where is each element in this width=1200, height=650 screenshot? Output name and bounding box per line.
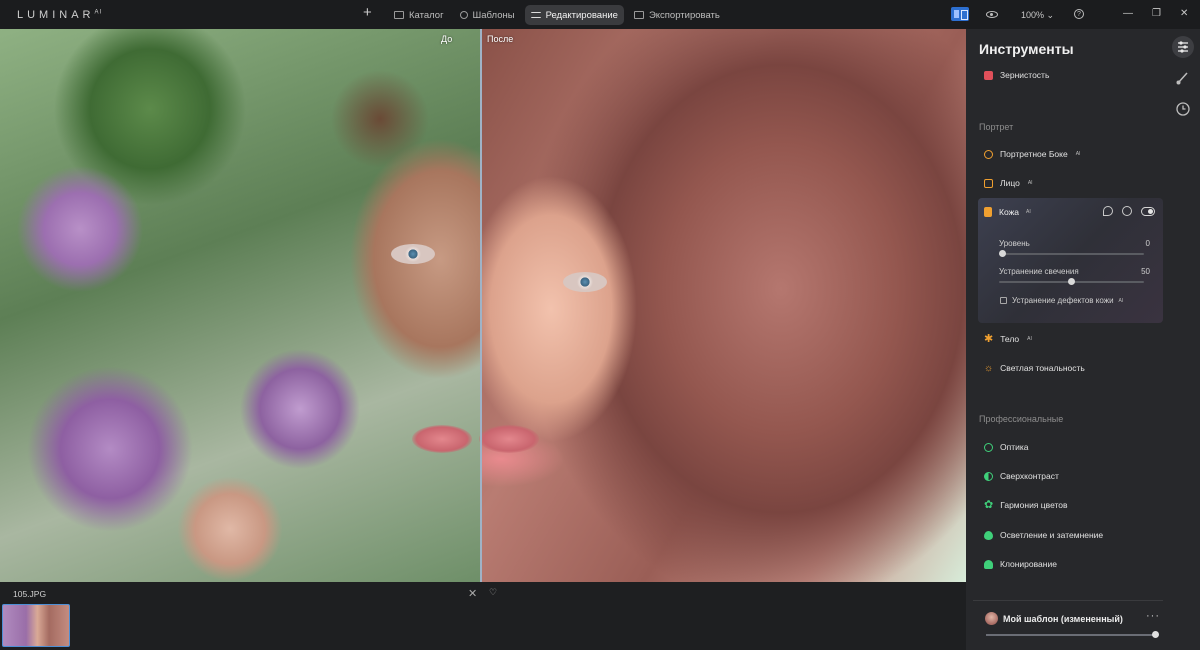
mask-icon[interactable] bbox=[1122, 206, 1132, 216]
main-tabs: Каталог Шаблоны Редактирование Экспортир… bbox=[388, 5, 726, 25]
tool-body[interactable]: ✱ Тело AI bbox=[984, 332, 1032, 345]
before-lips bbox=[412, 425, 472, 453]
before-image bbox=[0, 29, 481, 582]
visibility-toggle[interactable] bbox=[1141, 206, 1155, 216]
skin-defects-option[interactable]: Устранение дефектов кожи AI bbox=[1000, 296, 1123, 305]
slider-level-label: Уровень bbox=[999, 239, 1030, 248]
tool-face[interactable]: Лицо AI bbox=[984, 178, 1033, 188]
slider-level[interactable] bbox=[999, 250, 1144, 257]
after-lips bbox=[479, 425, 539, 453]
compare-divider-handle[interactable] bbox=[480, 29, 482, 582]
edit-icon bbox=[530, 12, 541, 18]
optics-icon bbox=[984, 442, 993, 452]
after-image bbox=[479, 29, 966, 582]
section-professional: Профессиональные bbox=[979, 414, 1064, 424]
close-button[interactable]: ✕ bbox=[1180, 8, 1188, 19]
reset-icon[interactable] bbox=[1103, 206, 1113, 216]
slider-level-value: 0 bbox=[1145, 239, 1150, 248]
tool-high-key[interactable]: ☼ Светлая тональность bbox=[984, 363, 1085, 373]
brush-icon[interactable] bbox=[1172, 67, 1194, 89]
clone-stamp-icon bbox=[984, 559, 993, 569]
tool-portrait-bokeh[interactable]: Портретное Боке AI bbox=[984, 149, 1080, 159]
tool-supercontrast[interactable]: Сверхконтраст bbox=[984, 471, 1059, 481]
tool-dodge-burn[interactable]: Осветление и затемнение bbox=[984, 530, 1103, 540]
tool-clone[interactable]: Клонирование bbox=[984, 559, 1057, 569]
photo-canvas[interactable]: До После bbox=[0, 29, 966, 582]
tool-grain[interactable]: Зернистость bbox=[984, 70, 1049, 80]
sliders-icon[interactable] bbox=[1172, 36, 1194, 58]
minimize-button[interactable]: — bbox=[1123, 8, 1133, 19]
more-options-icon[interactable]: ··· bbox=[1146, 610, 1160, 622]
heart-icon[interactable]: ♡ bbox=[489, 587, 497, 598]
tool-color-harmony[interactable]: ✿ Гармония цветов bbox=[984, 498, 1068, 511]
help-icon[interactable]: ? bbox=[1074, 9, 1084, 19]
panel-side-icons bbox=[1172, 36, 1196, 129]
skin-actions bbox=[1103, 206, 1155, 216]
slider-shine-value: 50 bbox=[1141, 267, 1150, 276]
preset-amount-knob[interactable] bbox=[1152, 631, 1159, 638]
contrast-icon bbox=[984, 471, 993, 481]
compare-toggle-button[interactable] bbox=[951, 7, 969, 21]
tools-panel: Инструменты Зернистость Портрет Портретн… bbox=[966, 29, 1200, 650]
preset-avatar bbox=[985, 612, 998, 625]
slider-level-knob[interactable] bbox=[999, 250, 1006, 257]
preset-name[interactable]: Мой шаблон (измененный) bbox=[1003, 614, 1123, 624]
app-logo: LUMINARAI bbox=[17, 9, 103, 21]
drop-icon bbox=[984, 530, 993, 540]
eye-icon[interactable] bbox=[986, 11, 998, 18]
skin-defects-checkbox[interactable] bbox=[1000, 297, 1007, 304]
before-label: До bbox=[441, 34, 453, 44]
skin-tool-panel: Кожа AI Уровень 0 Устранение свечения 50 … bbox=[978, 198, 1163, 323]
grain-icon bbox=[984, 70, 993, 80]
folder-icon bbox=[394, 11, 404, 19]
panel-title: Инструменты bbox=[979, 41, 1074, 57]
export-icon bbox=[633, 11, 644, 19]
tab-export[interactable]: Экспортировать bbox=[628, 5, 726, 25]
tab-catalog[interactable]: Каталог bbox=[388, 5, 450, 25]
before-eye bbox=[391, 244, 435, 264]
preset-bar: Мой шаблон (измененный) ··· bbox=[973, 600, 1163, 644]
close-icon[interactable]: ✕ bbox=[468, 587, 477, 600]
after-eye bbox=[563, 272, 607, 292]
file-name: 105.JPG bbox=[13, 589, 47, 599]
tab-edit[interactable]: Редактирование bbox=[524, 5, 624, 25]
slider-shine-removal[interactable] bbox=[999, 278, 1144, 285]
presets-icon bbox=[459, 11, 468, 19]
section-portrait: Портрет bbox=[979, 122, 1014, 132]
tool-skin[interactable]: Кожа AI bbox=[984, 207, 1031, 217]
slider-shine-label: Устранение свечения bbox=[999, 267, 1079, 276]
color-harmony-icon: ✿ bbox=[984, 498, 994, 511]
add-plus-icon[interactable]: + bbox=[363, 4, 372, 21]
filmstrip: 105.JPG ✕ ♡ bbox=[0, 582, 966, 650]
top-bar: LUMINARAI + Каталог Шаблоны Редактирован… bbox=[0, 0, 1200, 29]
maximize-button[interactable]: ❐ bbox=[1152, 8, 1161, 19]
bokeh-icon bbox=[984, 149, 993, 159]
zoom-select[interactable]: 100% ⌄ bbox=[1021, 10, 1054, 21]
history-clock-icon[interactable] bbox=[1172, 98, 1194, 120]
tool-optics[interactable]: Оптика bbox=[984, 442, 1029, 452]
high-key-icon: ☼ bbox=[984, 362, 994, 374]
skin-icon bbox=[984, 207, 992, 217]
tab-presets[interactable]: Шаблоны bbox=[454, 5, 521, 25]
after-label: После bbox=[487, 34, 514, 44]
slider-shine-knob[interactable] bbox=[1068, 278, 1075, 285]
body-icon: ✱ bbox=[984, 332, 994, 345]
face-icon bbox=[984, 178, 993, 188]
image-thumbnail[interactable] bbox=[2, 604, 70, 647]
preset-amount-slider[interactable] bbox=[986, 631, 1159, 638]
